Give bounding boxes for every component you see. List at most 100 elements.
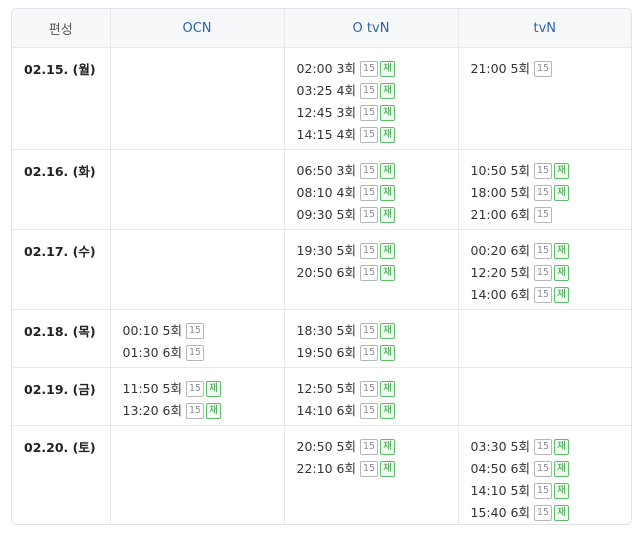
episode-number: 6회 bbox=[336, 403, 356, 418]
airing-entry: 00:20 6회 15 재 bbox=[471, 240, 632, 262]
rerun-badge: 재 bbox=[554, 185, 569, 201]
age-rating-badge: 15 bbox=[533, 61, 553, 77]
airing-time: 19:50 bbox=[296, 345, 333, 360]
rerun-badge: 재 bbox=[380, 323, 395, 339]
airing-entry: 21:00 5회 15 bbox=[471, 58, 632, 80]
airing-entry: 14:10 6회 15 재 bbox=[297, 400, 458, 422]
age-rating-badge: 15 bbox=[359, 439, 379, 455]
episode-number: 6회 bbox=[510, 207, 530, 222]
airing-entry: 15:40 6회 15 재 bbox=[471, 502, 632, 524]
rerun-badge: 재 bbox=[554, 439, 569, 455]
header-schedule: 편성 bbox=[12, 9, 110, 48]
airing-entry: 02:00 3회 15 재 bbox=[297, 58, 458, 80]
episode-number: 4회 bbox=[336, 185, 356, 200]
schedule-cell-tvn: 00:20 6회 15 재 12:20 5회 15 재 14:00 6회 15 재 bbox=[457, 229, 632, 310]
episode-number: 5회 bbox=[162, 323, 182, 338]
episode-number: 6회 bbox=[510, 243, 530, 258]
schedule-cell-tvn bbox=[457, 367, 631, 426]
schedule-cell-ocn bbox=[109, 149, 284, 230]
table-row: 02.19. (금) 11:50 5회 15 재 13:20 6회 15 재 12:50 5회 15 재… bbox=[12, 367, 631, 426]
age-rating-badge: 15 bbox=[359, 265, 379, 281]
rerun-badge: 재 bbox=[380, 127, 395, 143]
airing-entry: 01:30 6회 15 bbox=[123, 342, 284, 364]
airing-time: 00:20 bbox=[470, 243, 507, 258]
age-rating-badge: 15 bbox=[185, 323, 205, 339]
airing-entry: 03:25 4회 15 재 bbox=[297, 80, 458, 102]
episode-number: 6회 bbox=[510, 461, 530, 476]
table-row: 02.15. (월) 02:00 3회 15 재 03:25 4회 15 재 12:45 3회 15 재… bbox=[12, 47, 632, 150]
schedule-cell-otvn: 12:50 5회 15 재 14:10 6회 15 재 bbox=[283, 367, 458, 426]
airing-entry: 18:30 5회 15 재 bbox=[297, 320, 458, 342]
rerun-badge: 재 bbox=[206, 403, 221, 419]
episode-number: 5회 bbox=[336, 207, 356, 222]
airing-entry: 00:10 5회 15 bbox=[123, 320, 284, 342]
airing-entry: 19:30 5회 15 재 bbox=[297, 240, 458, 262]
schedule-cell-tvn: 21:00 5회 15 bbox=[457, 47, 632, 150]
episode-number: 5회 bbox=[510, 265, 530, 280]
age-rating-badge: 15 bbox=[533, 207, 553, 223]
rerun-badge: 재 bbox=[206, 381, 221, 397]
age-rating-badge: 15 bbox=[533, 185, 553, 201]
airing-time: 04:50 bbox=[470, 461, 507, 476]
episode-number: 6회 bbox=[510, 505, 530, 520]
schedule-cell-ocn: 00:10 5회 15 01:30 6회 15 bbox=[109, 309, 284, 368]
schedule-table-container: 편성 OCN O tvN tvN 02.15. (월) 02:00 3회 15 재 03:… bbox=[11, 8, 632, 525]
episode-number: 6회 bbox=[336, 345, 356, 360]
episode-number: 6회 bbox=[162, 345, 182, 360]
schedule-cell-ocn bbox=[109, 229, 284, 310]
age-rating-badge: 15 bbox=[359, 105, 379, 121]
rerun-badge: 재 bbox=[380, 403, 395, 419]
airing-time: 14:10 bbox=[470, 483, 507, 498]
rerun-badge: 재 bbox=[380, 83, 395, 99]
age-rating-badge: 15 bbox=[359, 381, 379, 397]
airing-time: 06:50 bbox=[296, 163, 333, 178]
age-rating-badge: 15 bbox=[359, 243, 379, 259]
airing-time: 02:00 bbox=[296, 61, 333, 76]
rerun-badge: 재 bbox=[380, 345, 395, 361]
table-row: 02.17. (수) 19:30 5회 15 재 20:50 6회 15 재 00:20 6회 15 재… bbox=[12, 229, 632, 310]
rerun-badge: 재 bbox=[554, 243, 569, 259]
rerun-badge: 재 bbox=[380, 461, 395, 477]
rerun-badge: 재 bbox=[380, 105, 395, 121]
episode-number: 5회 bbox=[510, 163, 530, 178]
schedule-cell-otvn: 18:30 5회 15 재 19:50 6회 15 재 bbox=[283, 309, 458, 368]
date-cell: 02.19. (금) bbox=[12, 367, 110, 426]
airing-entry: 20:50 6회 15 재 bbox=[297, 262, 458, 284]
airing-time: 10:50 bbox=[470, 163, 507, 178]
episode-number: 6회 bbox=[162, 403, 182, 418]
rerun-badge: 재 bbox=[380, 439, 395, 455]
airing-time: 12:50 bbox=[296, 381, 333, 396]
rerun-badge: 재 bbox=[380, 185, 395, 201]
airing-time: 00:10 bbox=[122, 323, 159, 338]
airing-time: 09:30 bbox=[296, 207, 333, 222]
table-row: 02.16. (화) 06:50 3회 15 재 08:10 4회 15 재 09:30 5회 15 재… bbox=[12, 149, 632, 230]
age-rating-badge: 15 bbox=[359, 61, 379, 77]
age-rating-badge: 15 bbox=[359, 403, 379, 419]
age-rating-badge: 15 bbox=[359, 345, 379, 361]
rerun-badge: 재 bbox=[380, 61, 395, 77]
airing-entry: 06:50 3회 15 재 bbox=[297, 160, 458, 182]
airing-time: 03:25 bbox=[296, 83, 333, 98]
airing-time: 18:30 bbox=[296, 323, 333, 338]
date-cell: 02.17. (수) bbox=[12, 229, 110, 310]
schedule-cell-ocn bbox=[109, 47, 284, 150]
rerun-badge: 재 bbox=[554, 265, 569, 281]
age-rating-badge: 15 bbox=[533, 265, 553, 281]
date-cell: 02.18. (목) bbox=[12, 309, 110, 368]
airing-entry: 18:00 5회 15 재 bbox=[471, 182, 632, 204]
airing-time: 08:10 bbox=[296, 185, 333, 200]
episode-number: 5회 bbox=[336, 381, 356, 396]
airing-time: 14:00 bbox=[470, 287, 507, 302]
age-rating-badge: 15 bbox=[533, 163, 553, 179]
header-channel-ocn: OCN bbox=[109, 9, 284, 48]
airing-entry: 12:50 5회 15 재 bbox=[297, 378, 458, 400]
header-channel-otvn: O tvN bbox=[283, 9, 458, 48]
age-rating-badge: 15 bbox=[359, 127, 379, 143]
table-header-row: 편성 OCN O tvN tvN bbox=[12, 9, 631, 48]
age-rating-badge: 15 bbox=[533, 243, 553, 259]
episode-number: 6회 bbox=[510, 287, 530, 302]
airing-entry: 04:50 6회 15 재 bbox=[471, 458, 632, 480]
rerun-badge: 재 bbox=[380, 163, 395, 179]
rerun-badge: 재 bbox=[554, 287, 569, 303]
airing-entry: 14:00 6회 15 재 bbox=[471, 284, 632, 306]
